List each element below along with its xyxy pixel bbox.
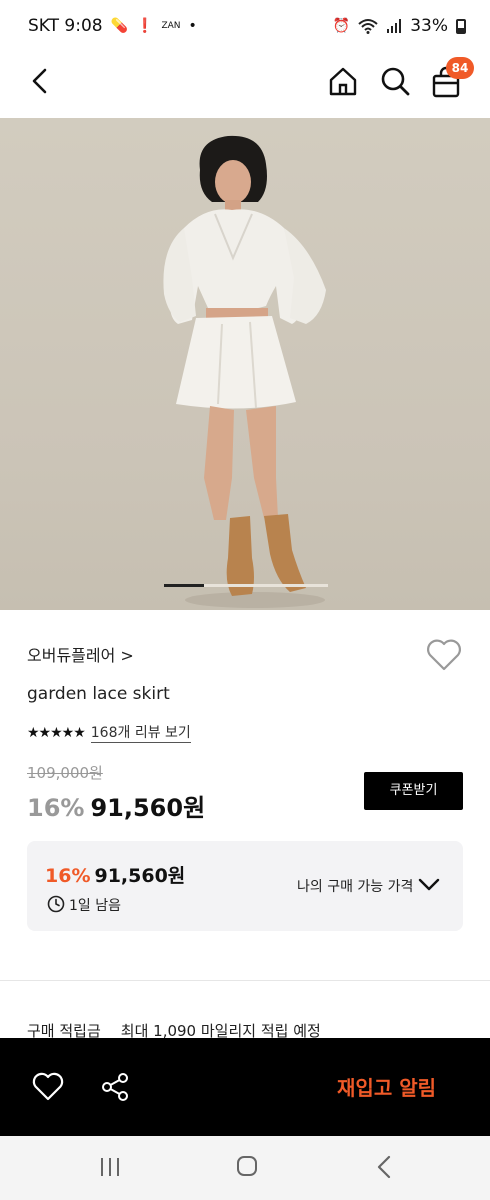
bottom-action-bar: 재입고 알림 (0, 1038, 490, 1136)
coupon-button[interactable]: 쿠폰받기 (364, 772, 463, 810)
top-navigation: 84 (0, 52, 490, 118)
share-icon[interactable] (100, 1072, 130, 1102)
back-icon[interactable] (26, 66, 56, 96)
system-back-icon[interactable] (376, 1154, 392, 1180)
section-divider (0, 980, 490, 981)
paw-icon: ❗ (136, 18, 154, 34)
product-image[interactable] (0, 118, 490, 610)
chevron-down-icon[interactable] (417, 875, 441, 895)
product-name: garden lace skirt (27, 684, 170, 704)
model-photo (163, 135, 326, 608)
brand-link[interactable]: 오버듀플레어 > (27, 642, 134, 666)
star-rating: ★★★★★ (27, 724, 86, 741)
discount-rate: 16% (27, 794, 85, 822)
wishlist-heart-icon[interactable] (426, 638, 462, 672)
sale-price: 16% 91,560원 (27, 788, 205, 823)
small-logo-icon: ZAN (161, 21, 181, 31)
my-price-box[interactable]: 16% 91,560원 1일 남음 나의 구매 가능 가격 (27, 841, 463, 931)
review-link[interactable]: 168개 리뷰 보기 (90, 722, 191, 743)
time-remaining: 1일 남음 (69, 898, 121, 914)
my-price-value: 91,560원 (94, 865, 186, 887)
like-heart-icon[interactable] (32, 1072, 64, 1102)
home-icon[interactable] (328, 66, 358, 96)
price-value: 91,560원 (90, 794, 206, 822)
clock-icon (47, 895, 65, 913)
original-price: 109,000원 (27, 764, 103, 782)
search-icon[interactable] (380, 66, 410, 96)
system-navigation-bar (0, 1136, 490, 1200)
carrier-time: SKT 9:08 (28, 16, 103, 36)
dot-icon: • (188, 18, 197, 34)
my-price-label[interactable]: 나의 구매 가능 가격 (297, 876, 413, 896)
wifi-icon (358, 19, 378, 34)
battery-percent: 33% (410, 16, 448, 36)
my-discount-rate: 16% (45, 865, 91, 887)
alarm-icon: ⏰ (332, 18, 351, 34)
product-page: SKT 9:08 💊 ❗ ZAN • ⏰ 33% 84 오버듀플레어 > gar… (0, 0, 490, 1200)
recent-apps-icon[interactable] (98, 1156, 122, 1178)
rating-row: ★★★★★ 168개 리뷰 보기 (27, 722, 191, 743)
signal-icon (387, 19, 402, 33)
pill-icon: 💊 (110, 18, 129, 34)
home-button-icon[interactable] (236, 1155, 258, 1177)
restock-alert-button[interactable]: 재입고 알림 (337, 1072, 436, 1101)
gallery-indicator (164, 584, 328, 587)
cart-count-badge: 84 (446, 57, 474, 79)
status-bar: SKT 9:08 💊 ❗ ZAN • ⏰ 33% (0, 0, 490, 52)
battery-icon (456, 18, 466, 34)
my-price: 16% 91,560원 (45, 861, 185, 888)
